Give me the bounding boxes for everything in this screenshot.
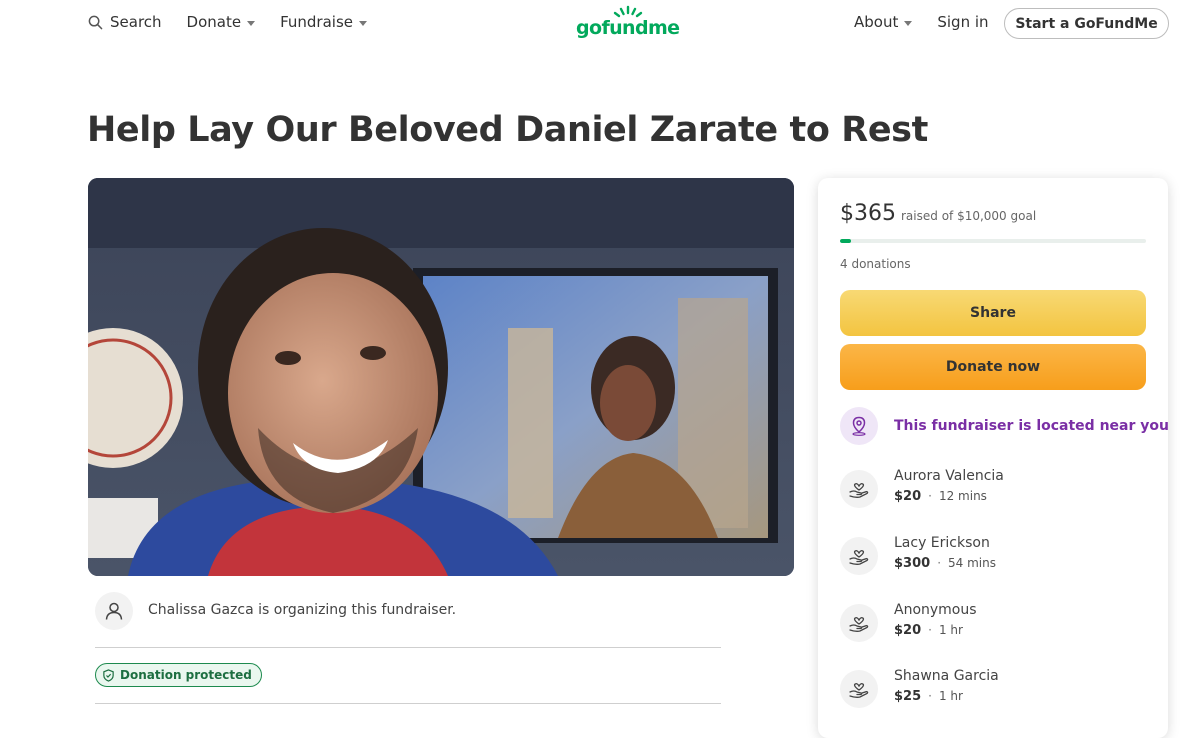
donate-menu-label: Donate: [186, 13, 242, 31]
nearby-notice[interactable]: This fundraiser is located near you: [840, 407, 1169, 445]
donation-sidebar: $365 raised of $10,000 goal 4 donations …: [818, 178, 1169, 738]
donor-meta: $25 · 1 hr: [894, 689, 999, 704]
donor-time: 54 mins: [948, 556, 996, 570]
nav-left: Search Donate Fundraise: [88, 13, 392, 31]
donor-amount: $25: [894, 689, 922, 704]
donor-item: Shawna Garcia $25 · 1 hr: [840, 668, 1146, 712]
donation-hand-icon: [840, 670, 878, 708]
about-menu[interactable]: About: [854, 13, 913, 31]
separator-dot: ·: [928, 489, 932, 503]
donation-protected-label: Donation protected: [120, 668, 252, 682]
divider: [95, 703, 721, 704]
campaign-photo-illustration: [88, 178, 794, 576]
chevron-down-icon: [359, 20, 368, 26]
separator-dot: ·: [928, 689, 932, 703]
gofundme-logo[interactable]: gofundme: [576, 5, 680, 45]
search-icon: [88, 15, 103, 29]
shield-check-icon: [103, 668, 114, 682]
user-icon: [95, 592, 133, 630]
page-title: Help Lay Our Beloved Daniel Zarate to Re…: [87, 110, 928, 150]
donor-meta: $300 · 54 mins: [894, 556, 996, 571]
raised-amount: $365: [840, 201, 896, 226]
donor-amount: $20: [894, 489, 922, 504]
raised-summary: $365 raised of $10,000 goal: [840, 201, 1036, 226]
location-pin-icon: [840, 407, 878, 445]
start-gofundme-button[interactable]: Start a GoFundMe: [1004, 8, 1169, 39]
organizer-row: Chalissa Gazca is organizing this fundra…: [95, 592, 721, 648]
donor-item: Aurora Valencia $20 · 12 mins: [840, 468, 1146, 512]
progress-fill: [840, 239, 852, 243]
donation-hand-icon: [840, 537, 878, 575]
raised-goal-text: raised of $10,000 goal: [901, 209, 1037, 223]
sign-in-link[interactable]: Sign in: [937, 13, 988, 31]
top-navigation: Search Donate Fundraise gofundme About S…: [0, 0, 1200, 48]
chevron-down-icon: [247, 20, 256, 26]
donor-name: Lacy Erickson: [894, 535, 990, 551]
donor-amount: $300: [894, 556, 931, 571]
donor-name: Shawna Garcia: [894, 668, 999, 684]
donor-info: Lacy Erickson $300 · 54 mins: [894, 535, 996, 571]
donor-meta: $20 · 1 hr: [894, 623, 977, 638]
share-button[interactable]: Share: [840, 290, 1146, 336]
campaign-photo[interactable]: [88, 178, 794, 576]
fundraise-menu-label: Fundraise: [280, 13, 354, 31]
about-menu-label: About: [854, 13, 899, 31]
donor-amount: $20: [894, 623, 922, 638]
donation-hand-icon: [840, 470, 878, 508]
sign-in-label: Sign in: [937, 13, 989, 31]
nav-right: About Sign in: [854, 13, 1014, 31]
separator-dot: ·: [928, 623, 932, 637]
donation-hand-icon: [840, 604, 878, 642]
fundraise-menu[interactable]: Fundraise: [280, 13, 368, 31]
donor-info: Shawna Garcia $25 · 1 hr: [894, 668, 999, 704]
donor-name: Aurora Valencia: [894, 468, 1004, 484]
donor-item: Anonymous $20 · 1 hr: [840, 602, 1146, 646]
donation-protected-badge[interactable]: Donation protected: [95, 663, 262, 687]
donor-time: 1 hr: [938, 689, 963, 703]
donate-now-button[interactable]: Donate now: [840, 344, 1146, 390]
donate-menu[interactable]: Donate: [187, 13, 256, 31]
organizer-text: Chalissa Gazca is organizing this fundra…: [148, 602, 457, 618]
donor-info: Aurora Valencia $20 · 12 mins: [894, 468, 1004, 504]
logo-text: gofundme: [576, 17, 680, 39]
donor-meta: $20 · 12 mins: [894, 489, 1004, 504]
donor-time: 1 hr: [938, 623, 963, 637]
separator-dot: ·: [937, 556, 942, 570]
donation-count: 4 donations: [840, 257, 911, 271]
donor-info: Anonymous $20 · 1 hr: [894, 602, 977, 638]
progress-bar: [840, 239, 1146, 243]
donor-name: Anonymous: [894, 602, 977, 618]
nearby-text: This fundraiser is located near you: [894, 418, 1169, 434]
donor-item: Lacy Erickson $300 · 54 mins: [840, 535, 1146, 579]
donor-time: 12 mins: [938, 489, 987, 503]
search-label: Search: [110, 13, 162, 31]
chevron-down-icon: [904, 20, 913, 26]
search-link[interactable]: Search: [88, 13, 162, 31]
